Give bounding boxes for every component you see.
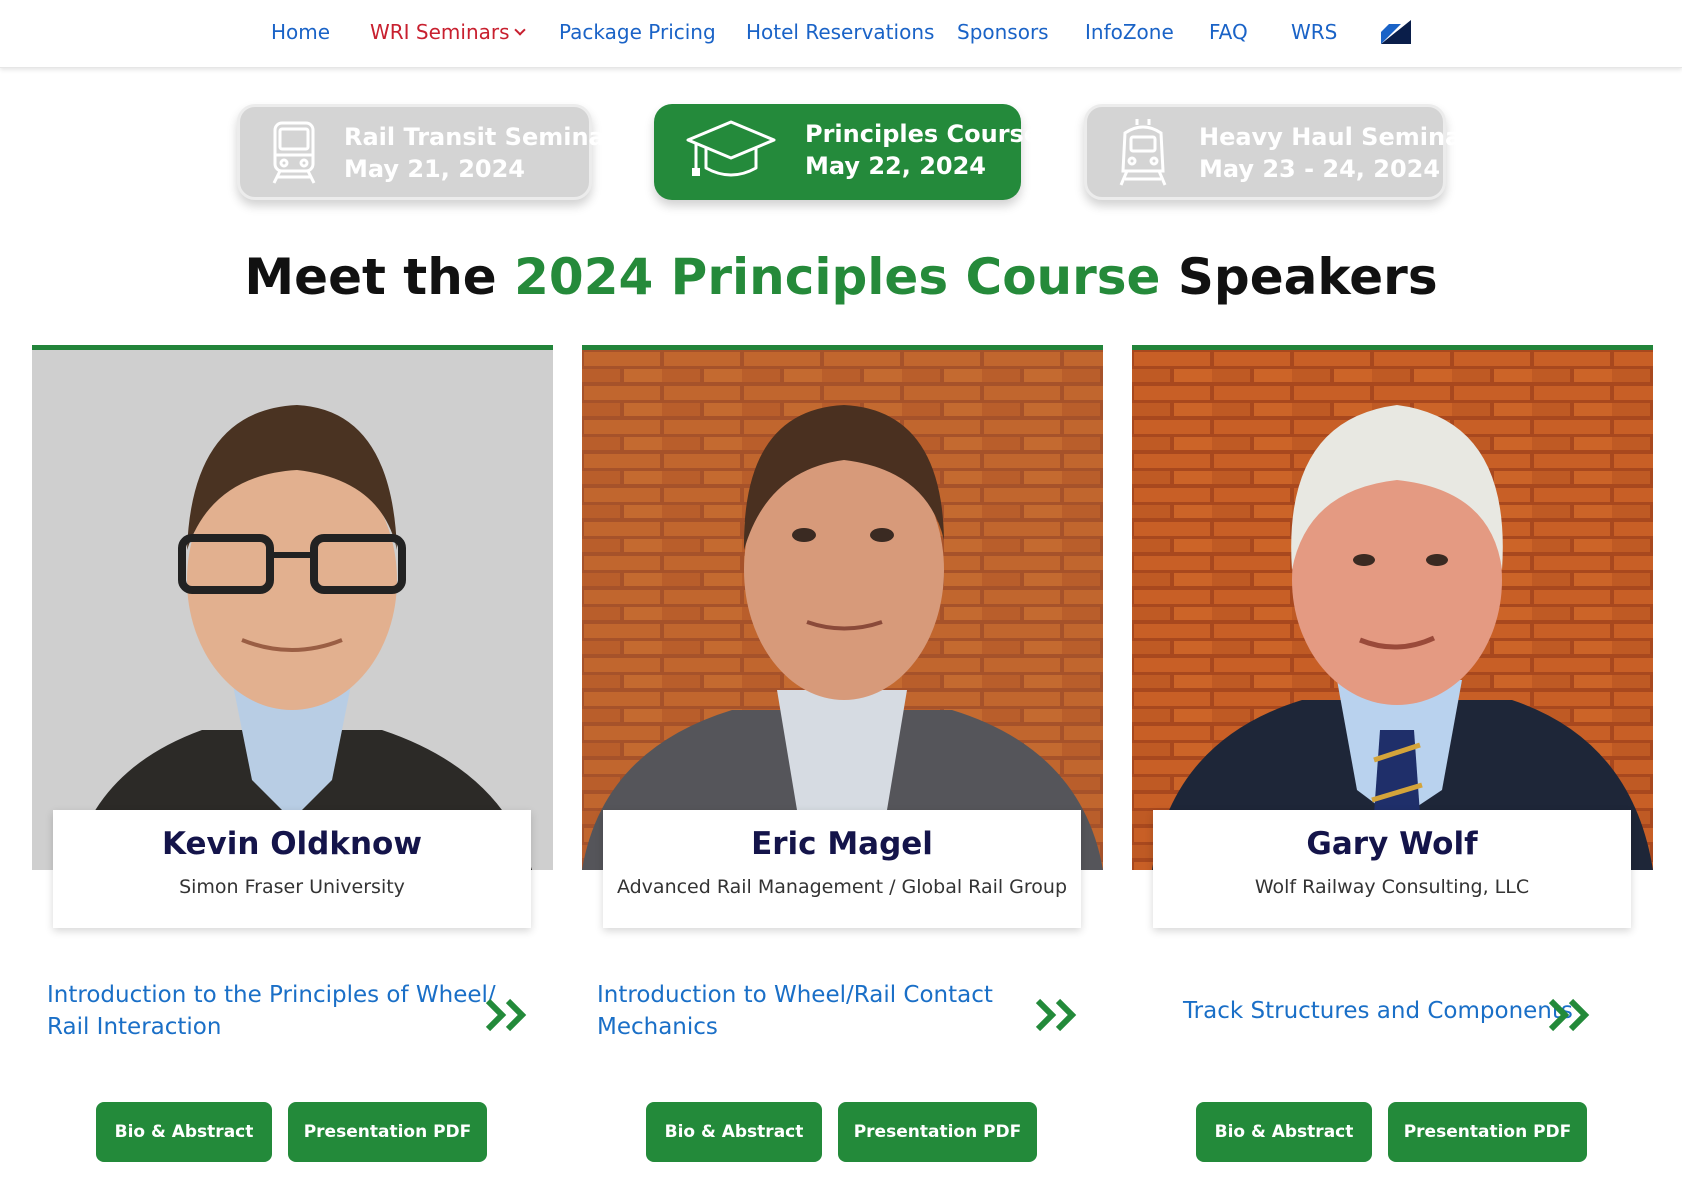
nav-wri-seminars[interactable]: WRI Seminars — [370, 20, 526, 44]
nav-sponsors[interactable]: Sponsors — [957, 20, 1049, 44]
locomotive-icon — [1119, 119, 1167, 186]
bio-abstract-button[interactable]: Bio & Abstract — [96, 1102, 272, 1162]
tab-date: May 22, 2024 — [805, 152, 987, 180]
tab-title: Heavy Haul Seminar — [1199, 123, 1474, 151]
wri-logo-icon[interactable] — [1381, 20, 1411, 44]
presentation-pdf-button[interactable]: Presentation PDF — [838, 1102, 1037, 1162]
bio-abstract-button[interactable]: Bio & Abstract — [646, 1102, 822, 1162]
chevron-down-icon — [513, 24, 526, 36]
nav-infozone[interactable]: InfoZone — [1085, 20, 1174, 44]
tab-date: May 23 - 24, 2024 — [1199, 155, 1441, 183]
speaker-organization: Advanced Rail Management / Global Rail G… — [616, 876, 1068, 898]
talk-link[interactable]: Introduction to Wheel/Rail Contact Mechan… — [582, 975, 1103, 1045]
speaker-photo — [582, 350, 1103, 870]
talk-title[interactable]: Introduction to the Principles of Wheel/… — [47, 979, 496, 1043]
graduation-cap-icon — [686, 120, 776, 177]
talk-title-line: Introduction to the Principles of Wheel/ — [47, 982, 496, 1008]
tab-rail-transit-seminar[interactable]: Rail Transit Seminar May 21, 2024 — [237, 104, 617, 200]
talk-link[interactable]: Introduction to the Principles of Wheel/… — [32, 975, 553, 1045]
talk-title-line: Introduction to Wheel/Rail Contact — [597, 982, 993, 1008]
nav-home[interactable]: Home — [271, 20, 330, 44]
nav-faq[interactable]: FAQ — [1209, 20, 1248, 44]
tab-principles-course[interactable]: Principles Course May 22, 2024 — [654, 104, 1040, 200]
speaker-photo — [32, 350, 553, 870]
page-title-highlight: 2024 Principles Course — [514, 248, 1161, 306]
presentation-pdf-button[interactable]: Presentation PDF — [288, 1102, 487, 1162]
bio-abstract-button[interactable]: Bio & Abstract — [1196, 1102, 1372, 1162]
talk-title-line: Rail Interaction — [47, 1014, 222, 1040]
tab-title: Principles Course — [805, 120, 1041, 148]
page-title-prefix: Meet the — [244, 248, 515, 306]
tab-title: Rail Transit Seminar — [344, 123, 617, 151]
tram-icon — [272, 121, 316, 184]
speaker-organization: Wolf Railway Consulting, LLC — [1254, 876, 1530, 898]
nav-package-pricing[interactable]: Package Pricing — [559, 20, 716, 44]
nav-wri-seminars-label: WRI Seminars — [370, 20, 510, 44]
speaker-name: Kevin Oldknow — [162, 826, 422, 862]
double-chevron-right-icon[interactable] — [1547, 997, 1591, 1033]
speaker-name-box: Gary Wolf Wolf Railway Consulting, LLC — [1153, 810, 1631, 928]
speaker-name-box: Eric Magel Advanced Rail Management / Gl… — [603, 810, 1081, 928]
top-navigation: Home WRI Seminars Package Pricing Hotel … — [0, 0, 1682, 68]
talk-title-line: Mechanics — [597, 1014, 718, 1040]
tab-heavy-haul-seminar[interactable]: Heavy Haul Seminar May 23 - 24, 2024 — [1084, 104, 1473, 200]
talk-title[interactable]: Introduction to Wheel/Rail Contact Mechan… — [597, 979, 993, 1043]
double-chevron-right-icon[interactable] — [484, 997, 528, 1033]
nav-hotel-reservations[interactable]: Hotel Reservations — [746, 20, 934, 44]
speaker-name-box: Kevin Oldknow Simon Fraser University — [53, 810, 531, 928]
speaker-name: Eric Magel — [751, 826, 933, 862]
tab-date: May 21, 2024 — [344, 155, 526, 183]
page-title-suffix: Speakers — [1160, 248, 1438, 306]
double-chevron-right-icon[interactable] — [1034, 997, 1078, 1033]
page-title: Meet the 2024 Principles Course Speakers — [0, 248, 1682, 306]
presentation-pdf-button[interactable]: Presentation PDF — [1388, 1102, 1587, 1162]
talk-title[interactable]: Track Structures and Components — [1183, 995, 1573, 1027]
speaker-photo — [1132, 350, 1653, 870]
nav-wrs[interactable]: WRS — [1291, 20, 1337, 44]
speaker-organization: Simon Fraser University — [179, 876, 405, 898]
talk-link[interactable]: Track Structures and Components — [1132, 975, 1653, 1045]
speaker-name: Gary Wolf — [1306, 826, 1478, 862]
